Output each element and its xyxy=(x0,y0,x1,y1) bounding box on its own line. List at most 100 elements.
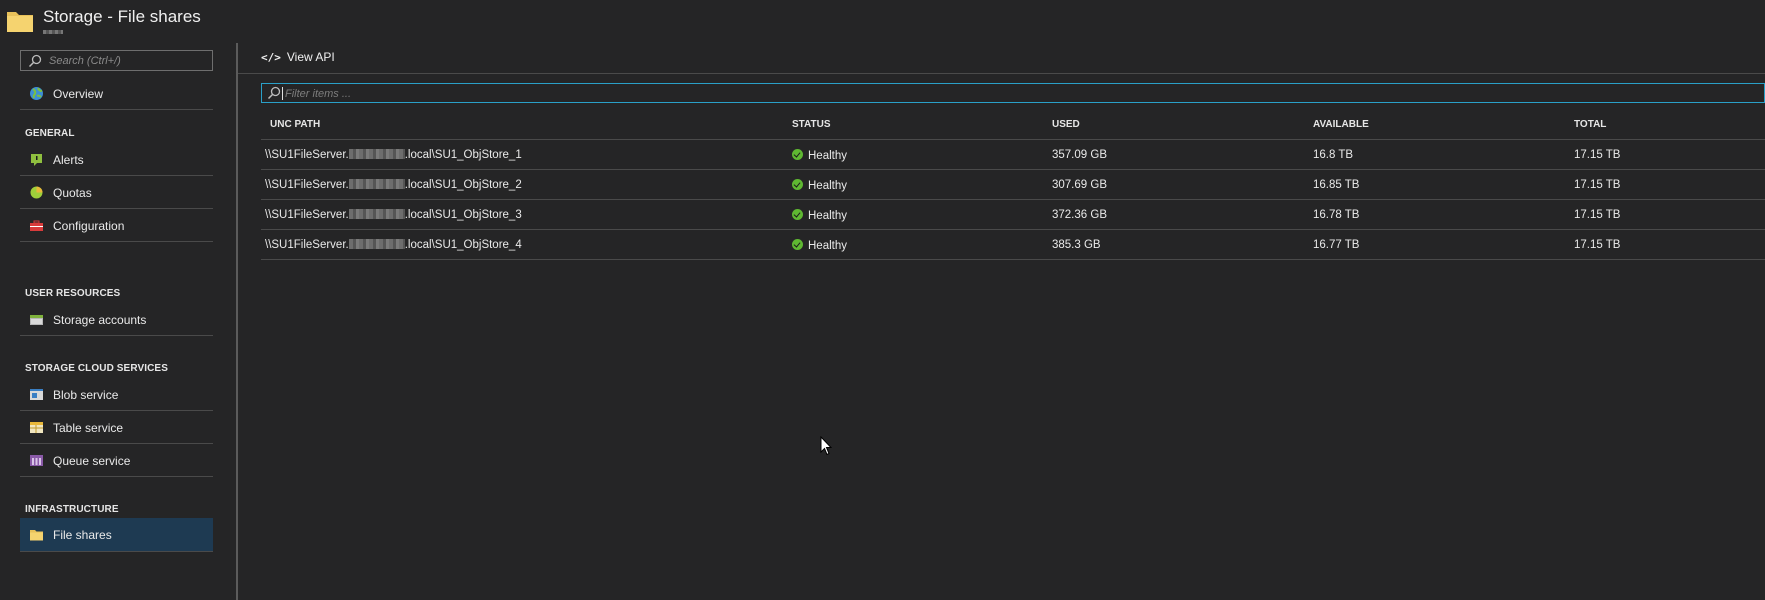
mouse-pointer-icon xyxy=(820,436,832,456)
page-title: Storage - File shares xyxy=(43,7,201,26)
file-shares-grid: UNC PATH STATUS USED AVAILABLE TOTAL \\S… xyxy=(261,110,1765,260)
pie-chart-icon xyxy=(30,186,43,199)
alert-icon xyxy=(31,154,42,166)
sidebar-item-label: File shares xyxy=(53,527,112,542)
status-text: Healthy xyxy=(808,180,847,192)
table-row[interactable]: \\SU1FileServer. .local\SU1_ObjStore_3 He… xyxy=(261,200,1765,230)
sidebar-item-label: Quotas xyxy=(53,185,92,200)
sidebar-item-storage-accounts[interactable]: Storage accounts xyxy=(20,304,213,336)
status-text: Healthy xyxy=(808,240,847,252)
unc-path-cell: \\SU1FileServer. .local\SU1_ObjStore_1 xyxy=(265,149,522,161)
sidebar-item-quotas[interactable]: Quotas xyxy=(20,177,213,209)
used-cell: 372.36 GB xyxy=(1052,209,1107,221)
storage-account-icon xyxy=(30,315,43,325)
status-cell: Healthy xyxy=(792,209,847,222)
total-cell: 17.15 TB xyxy=(1574,239,1621,251)
status-text: Healthy xyxy=(808,150,847,162)
available-cell: 16.77 TB xyxy=(1313,239,1360,251)
blade-header: Storage - File shares xyxy=(0,0,1765,40)
sidebar-search[interactable] xyxy=(20,50,213,71)
table-row[interactable]: \\SU1FileServer. .local\SU1_ObjStore_2 He… xyxy=(261,170,1765,200)
command-bar: </> View API xyxy=(238,40,1765,74)
unc-path-prefix: \\SU1FileServer. xyxy=(265,209,349,221)
unc-path-cell: \\SU1FileServer. .local\SU1_ObjStore_2 xyxy=(265,179,522,191)
total-cell: 17.15 TB xyxy=(1574,149,1621,161)
queue-icon xyxy=(30,455,43,466)
filter-box[interactable] xyxy=(261,83,1765,103)
available-cell: 16.85 TB xyxy=(1313,179,1360,191)
unc-path-prefix: \\SU1FileServer. xyxy=(265,179,349,191)
status-cell: Healthy xyxy=(792,149,847,162)
status-cell: Healthy xyxy=(792,239,847,252)
table-row[interactable]: \\SU1FileServer. .local\SU1_ObjStore_4 He… xyxy=(261,230,1765,260)
table-icon xyxy=(30,422,43,433)
used-cell: 357.09 GB xyxy=(1052,149,1107,161)
status-text: Healthy xyxy=(808,210,847,222)
sidebar-item-label: Table service xyxy=(53,420,124,435)
view-api-label: View API xyxy=(286,50,335,64)
total-cell: 17.15 TB xyxy=(1574,179,1621,191)
sidebar-search-input[interactable] xyxy=(49,52,209,69)
sidebar-item-label: Storage accounts xyxy=(53,312,147,327)
blob-icon xyxy=(30,389,43,400)
available-cell: 16.78 TB xyxy=(1313,209,1360,221)
used-cell: 385.3 GB xyxy=(1052,239,1101,251)
available-cell: 16.8 TB xyxy=(1313,149,1354,161)
section-heading-storage-cloud-services: STORAGE CLOUD SERVICES xyxy=(25,363,168,374)
unc-path-suffix: .local\SU1_ObjStore_2 xyxy=(404,179,522,191)
toolbox-icon xyxy=(30,220,43,231)
text-caret xyxy=(282,87,283,100)
redacted-domain xyxy=(348,179,405,189)
sidebar-item-label: Overview xyxy=(53,86,104,101)
sidebar-item-label: Blob service xyxy=(53,387,119,402)
healthy-check-icon xyxy=(792,209,803,220)
unc-path-prefix: \\SU1FileServer. xyxy=(265,239,349,251)
unc-path-cell: \\SU1FileServer. .local\SU1_ObjStore_3 xyxy=(265,209,522,221)
sidebar-item-overview[interactable]: Overview xyxy=(20,78,213,110)
column-header-used[interactable]: USED xyxy=(1052,119,1080,130)
healthy-check-icon xyxy=(792,239,803,250)
column-header-status[interactable]: STATUS xyxy=(792,119,831,130)
folder-icon xyxy=(7,12,33,32)
folder-icon xyxy=(30,530,43,541)
unc-path-suffix: .local\SU1_ObjStore_4 xyxy=(404,239,522,251)
column-header-unc-path[interactable]: UNC PATH xyxy=(270,119,320,130)
sidebar-item-queue-service[interactable]: Queue service xyxy=(20,445,213,477)
subtitle-redacted xyxy=(43,30,63,34)
section-heading-general: GENERAL xyxy=(25,128,75,139)
status-cell: Healthy xyxy=(792,179,847,192)
healthy-check-icon xyxy=(792,149,803,160)
section-heading-user-resources: USER RESOURCES xyxy=(25,288,121,299)
sidebar-item-table-service[interactable]: Table service xyxy=(20,412,213,444)
unc-path-suffix: .local\SU1_ObjStore_1 xyxy=(404,149,522,161)
filter-input[interactable] xyxy=(285,85,685,102)
sidebar-item-configuration[interactable]: Configuration xyxy=(20,210,213,242)
redacted-domain xyxy=(348,149,405,159)
view-api-button[interactable]: </> View API xyxy=(261,50,335,64)
grid-header: UNC PATH STATUS USED AVAILABLE TOTAL xyxy=(261,110,1765,140)
sidebar-item-label: Queue service xyxy=(53,453,131,468)
unc-path-cell: \\SU1FileServer. .local\SU1_ObjStore_4 xyxy=(265,239,522,251)
sidebar: Overview GENERAL Alerts Quotas Configura… xyxy=(0,40,236,600)
sidebar-item-label: Alerts xyxy=(53,152,84,167)
unc-path-prefix: \\SU1FileServer. xyxy=(265,149,349,161)
table-row[interactable]: \\SU1FileServer. .local\SU1_ObjStore_1 He… xyxy=(261,140,1765,170)
search-icon xyxy=(267,86,281,100)
redacted-domain xyxy=(348,239,405,249)
used-cell: 307.69 GB xyxy=(1052,179,1107,191)
sidebar-item-blob-service[interactable]: Blob service xyxy=(20,379,213,411)
code-icon: </> xyxy=(261,50,281,64)
main-content: </> View API UNC PATH STATUS USED AVAILA… xyxy=(238,40,1765,600)
section-heading-infrastructure: INFRASTRUCTURE xyxy=(25,504,119,515)
column-header-total[interactable]: TOTAL xyxy=(1574,119,1606,130)
search-icon xyxy=(28,54,42,68)
unc-path-suffix: .local\SU1_ObjStore_3 xyxy=(404,209,522,221)
globe-icon xyxy=(30,87,43,100)
healthy-check-icon xyxy=(792,179,803,190)
sidebar-item-file-shares[interactable]: File shares xyxy=(20,518,213,552)
sidebar-item-label: Configuration xyxy=(53,218,125,233)
total-cell: 17.15 TB xyxy=(1574,209,1621,221)
column-header-available[interactable]: AVAILABLE xyxy=(1313,119,1369,130)
sidebar-item-alerts[interactable]: Alerts xyxy=(20,144,213,176)
redacted-domain xyxy=(348,209,405,219)
